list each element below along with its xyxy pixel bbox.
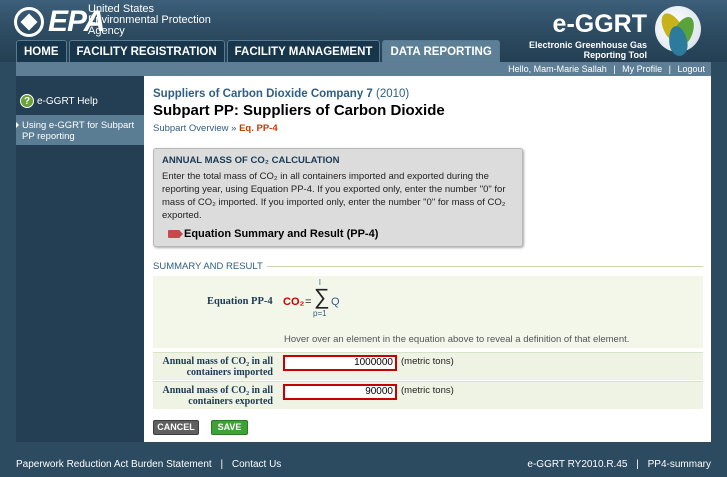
breadcrumb-current: Eq. PP-4	[239, 123, 278, 134]
help-icon: ?	[20, 94, 34, 108]
info-title: ANNUAL MASS OF CO₂ CALCULATION	[162, 155, 340, 166]
left-sidebar: ? e-GGRT Help Using e-GGRT for Subpart P…	[16, 76, 144, 442]
row-mass-imported: Annual mass of CO₂ in all containers imp…	[153, 352, 703, 380]
epa-flower-icon	[14, 7, 44, 37]
my-profile-link[interactable]: My Profile	[622, 64, 662, 74]
save-button[interactable]: SAVE	[211, 420, 248, 435]
page-title: Subpart PP: Suppliers of Carbon Dioxide	[153, 102, 445, 119]
tab-data-reporting[interactable]: DATA REPORTING	[382, 40, 500, 62]
row-mass-exported: Annual mass of CO₂ in all containers exp…	[153, 381, 703, 409]
section-header: SUMMARY AND RESULT	[153, 261, 703, 272]
divider	[266, 266, 703, 267]
info-text: Enter the total mass of CO₂ in all conta…	[162, 171, 506, 221]
hover-note: Hover over an element in the equation ab…	[284, 334, 630, 345]
site-header: EPA United States Environmental Protecti…	[0, 0, 727, 62]
breadcrumb-subpart-overview[interactable]: Subpart Overview	[153, 123, 229, 134]
globe-leaf-icon	[655, 6, 701, 58]
equation-summary-link[interactable]: Equation Summary and Result (PP-4)	[168, 228, 378, 240]
mass-imported-input[interactable]: 1000000	[283, 355, 397, 371]
eggrt-logo: e-GGRT Electronic Greenhouse Gas Reporti…	[507, 4, 707, 60]
equation: CO₂ = l ∑ p=1 Q	[283, 278, 340, 318]
equation-label: Equation PP-4	[207, 296, 273, 307]
tab-home[interactable]: HOME	[16, 40, 67, 62]
arrow-icon	[168, 230, 183, 238]
page-id-label: PP4-summary	[647, 459, 711, 470]
main-nav: HOME FACILITY REGISTRATION FACILITY MANA…	[16, 40, 502, 62]
unit-label: (metric tons)	[401, 356, 454, 367]
site-footer: Paperwork Reduction Act Burden Statement…	[0, 452, 727, 477]
eq-sum-symbol: ∑	[314, 284, 330, 309]
help-link[interactable]: ? e-GGRT Help	[16, 76, 144, 112]
tab-facility-management[interactable]: FACILITY MANAGEMENT	[226, 40, 381, 62]
contact-us-link[interactable]: Contact Us	[232, 459, 281, 470]
tab-facility-registration[interactable]: FACILITY REGISTRATION	[68, 40, 225, 62]
eq-co2-term[interactable]: CO₂	[283, 296, 304, 308]
mass-exported-input[interactable]: 90000	[283, 384, 397, 400]
main-content: Suppliers of Carbon Dioxide Company 7 (2…	[144, 76, 711, 442]
agency-name: United States Environmental Protection A…	[88, 3, 211, 37]
version-label: e-GGRT RY2010.R.45	[527, 459, 628, 470]
user-bar: Hello, Mam-Marie Sallah | My Profile | L…	[16, 62, 711, 76]
logout-link[interactable]: Logout	[677, 64, 705, 74]
breadcrumb: Subpart Overview » Eq. PP-4	[153, 123, 278, 134]
label-mass-imported: Annual mass of CO₂ in all containers imp…	[162, 356, 273, 378]
info-box: ANNUAL MASS OF CO₂ CALCULATION Enter the…	[153, 148, 523, 247]
company-name: Suppliers of Carbon Dioxide Company 7 (2…	[153, 88, 410, 100]
cancel-button[interactable]: CANCEL	[153, 420, 199, 435]
paperwork-link[interactable]: Paperwork Reduction Act Burden Statement	[16, 459, 212, 470]
sidebar-item-subpart-pp-help[interactable]: Using e-GGRT for Subpart PP reporting	[16, 115, 144, 145]
user-greeting: Hello, Mam-Marie Sallah	[508, 64, 607, 74]
eq-lower-limit[interactable]: p=1	[313, 309, 327, 318]
equation-area: Equation PP-4 CO₂ = l ∑ p=1 Q Hover over…	[153, 276, 703, 348]
label-mass-exported: Annual mass of CO₂ in all containers exp…	[162, 385, 273, 407]
unit-label: (metric tons)	[401, 385, 454, 396]
eq-q-term[interactable]: Q	[331, 296, 340, 308]
